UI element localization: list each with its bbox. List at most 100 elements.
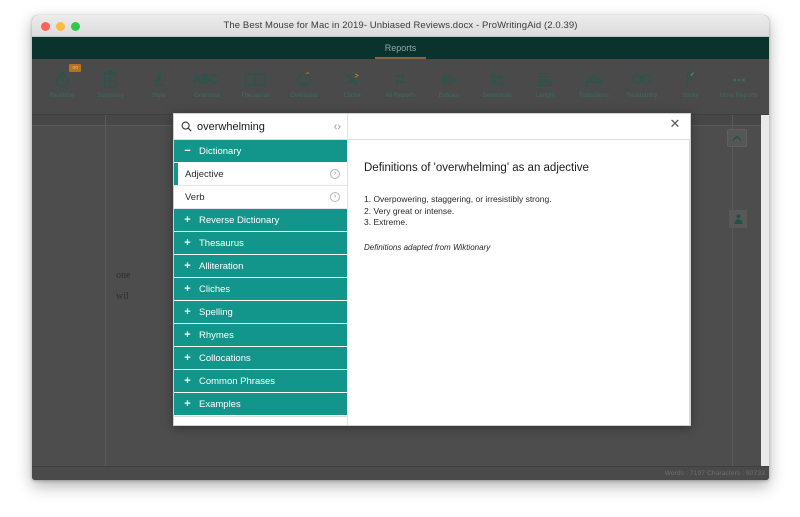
zoom-window-button[interactable]	[71, 22, 80, 31]
toolbar-label: Sentences	[482, 93, 512, 99]
toolbar-label: Thesaurus	[240, 93, 271, 99]
sidebar-group-label: Thesaurus	[199, 237, 244, 249]
sidebar-group-reverse-dictionary[interactable]: + Reverse Dictionary	[174, 209, 347, 232]
sidebar-item-label: Adjective	[185, 168, 224, 180]
nodes-icon	[488, 68, 507, 90]
sidebar-group-rhymes[interactable]: + Rhymes	[174, 324, 347, 347]
svg-text:ABC: ABC	[193, 72, 218, 86]
search-nav-arrows[interactable]: ‹ ›	[334, 121, 341, 133]
refresh-icon	[391, 68, 409, 90]
clipboard-icon	[102, 68, 118, 90]
toolbar-item-sticky[interactable]: Sticky	[666, 63, 714, 115]
toolbar-item-grammar[interactable]: ABC Grammar	[183, 63, 231, 115]
sidebar-group-cliches[interactable]: + Cliches	[174, 278, 347, 301]
toolbar-item-readability[interactable]: Readability	[618, 63, 666, 115]
person-icon	[733, 214, 743, 224]
popup-search-row: ‹ › ✕	[174, 113, 690, 140]
sidebar-item-verb[interactable]: Verb ›	[174, 186, 347, 209]
sidebar-group-label: Rhymes	[199, 329, 234, 341]
dictionary-sidebar: − Dictionary Adjective › Verb › + Revers…	[174, 140, 348, 425]
realtime-badge: on	[69, 64, 82, 72]
expand-toggle-icon: +	[184, 397, 191, 410]
expand-toggle-icon: +	[184, 282, 191, 295]
definition-title: Definitions of 'overwhelming' as an adje…	[364, 162, 589, 174]
document-left-margin-line	[105, 115, 106, 466]
sidebar-group-thesaurus[interactable]: + Thesaurus	[174, 232, 347, 255]
sidebar-group-collocations[interactable]: + Collocations	[174, 347, 347, 370]
glasses-icon	[630, 68, 654, 90]
abc-icon: ABC	[192, 68, 222, 90]
sidebar-group-spelling[interactable]: + Spelling	[174, 301, 347, 324]
toolbar-item-overused[interactable]: Overused	[280, 63, 328, 115]
sidebar-group-common-phrases[interactable]: + Common Phrases	[174, 370, 347, 393]
toolbar-item-all-reports[interactable]: All Reports	[376, 63, 424, 115]
expand-toggle-icon: +	[184, 259, 191, 272]
chevron-right-icon: ›	[330, 169, 340, 179]
sidebar-group-label: Common Phrases	[199, 375, 276, 387]
sidebar-item-adjective[interactable]: Adjective ›	[174, 163, 347, 186]
traffic-lights	[41, 22, 80, 31]
search-input[interactable]	[197, 120, 305, 133]
sidebar-group-label: Cliches	[199, 283, 231, 295]
toolbar-label: Transitions	[578, 93, 609, 99]
window-title: The Best Mouse for Mac in 2019- Unbiased…	[223, 20, 578, 31]
toolbar-item-sentences[interactable]: Sentences	[473, 63, 521, 115]
status-bar: Words : 7197 Characters : 60733	[32, 466, 769, 480]
toolbar-label: More Reports	[719, 93, 758, 99]
sidebar-group-label: Collocations	[199, 352, 251, 364]
stopwatch-icon	[54, 68, 71, 90]
toolbar-label: Style	[151, 93, 166, 99]
toolbar-item-summary[interactable]: Summary	[86, 63, 134, 115]
close-popup-button[interactable]: ✕	[668, 117, 682, 131]
reports-toolbar: on Realtime Summary Style ABC Grammar Th…	[32, 59, 769, 115]
sidebar-filler	[174, 416, 347, 425]
toolbar-item-thesaurus[interactable]: Thesaurus	[231, 63, 279, 115]
collapse-toggle-icon: −	[184, 144, 191, 157]
sidebar-group-alliteration[interactable]: + Alliteration	[174, 255, 347, 278]
search-field-wrapper[interactable]: ‹ ›	[174, 113, 348, 140]
definition-source-note: Definitions adapted from Wiktionary	[364, 242, 491, 252]
sidebar-item-label: Verb	[185, 191, 205, 203]
toolbar-item-echoes[interactable]: Echoes	[425, 63, 473, 115]
lollipop-icon	[682, 68, 699, 90]
toolbar-label: Echoes	[438, 93, 460, 99]
sidebar-group-label: Reverse Dictionary	[199, 214, 280, 226]
definition-item: 2. Very great or intense.	[364, 205, 455, 216]
clock-face-icon	[295, 68, 313, 90]
definition-item: 1. Overpowering, staggering, or irresist…	[364, 194, 552, 204]
minimize-window-button[interactable]	[56, 22, 65, 31]
sidebar-group-label: Dictionary	[199, 145, 242, 157]
expand-toggle-icon: +	[184, 305, 191, 318]
popup-body: − Dictionary Adjective › Verb › + Revers…	[174, 140, 690, 425]
toolbar-item-cliche[interactable]: Cliche	[328, 63, 376, 115]
expand-toggle-icon: +	[184, 374, 191, 387]
toolbar-item-style[interactable]: Style	[135, 63, 183, 115]
user-avatar-button[interactable]	[729, 210, 747, 228]
collapse-panel-button[interactable]	[727, 129, 747, 147]
sidebar-group-label: Alliteration	[199, 260, 244, 272]
toolbar-label: Sticky	[682, 93, 699, 99]
document-scrollbar[interactable]	[761, 115, 769, 466]
sidebar-group-label: Examples	[199, 398, 241, 410]
bars-icon	[535, 68, 555, 90]
toolbar-item-transitions[interactable]: Transitions	[570, 63, 618, 115]
toolbar-item-length[interactable]: Length	[521, 63, 569, 115]
toolbar-item-more-reports[interactable]: More Reports	[715, 63, 763, 115]
search-prev-button[interactable]: ‹	[334, 121, 338, 133]
definition-list: 1. Overpowering, staggering, or irresist…	[364, 194, 690, 229]
toolbar-label: Readability	[626, 93, 658, 99]
definition-content-panel: Definitions of 'overwhelming' as an adje…	[348, 140, 690, 425]
close-window-button[interactable]	[41, 22, 50, 31]
expand-toggle-icon: +	[184, 351, 191, 364]
word-count-status: Words : 7197 Characters : 60733	[664, 470, 765, 477]
sidebar-group-dictionary[interactable]: − Dictionary	[174, 140, 347, 163]
content-scrollbar[interactable]	[689, 140, 690, 425]
tab-reports[interactable]: Reports	[369, 37, 433, 59]
search-next-button[interactable]: ›	[337, 121, 341, 133]
pen-icon	[151, 68, 167, 90]
toolbar-label: Grammar	[194, 93, 221, 99]
sidebar-group-examples[interactable]: + Examples	[174, 393, 347, 416]
shuffle-icon	[342, 68, 362, 90]
chevron-right-icon: ›	[330, 192, 340, 202]
toolbar-item-realtime[interactable]: on Realtime	[38, 63, 86, 115]
